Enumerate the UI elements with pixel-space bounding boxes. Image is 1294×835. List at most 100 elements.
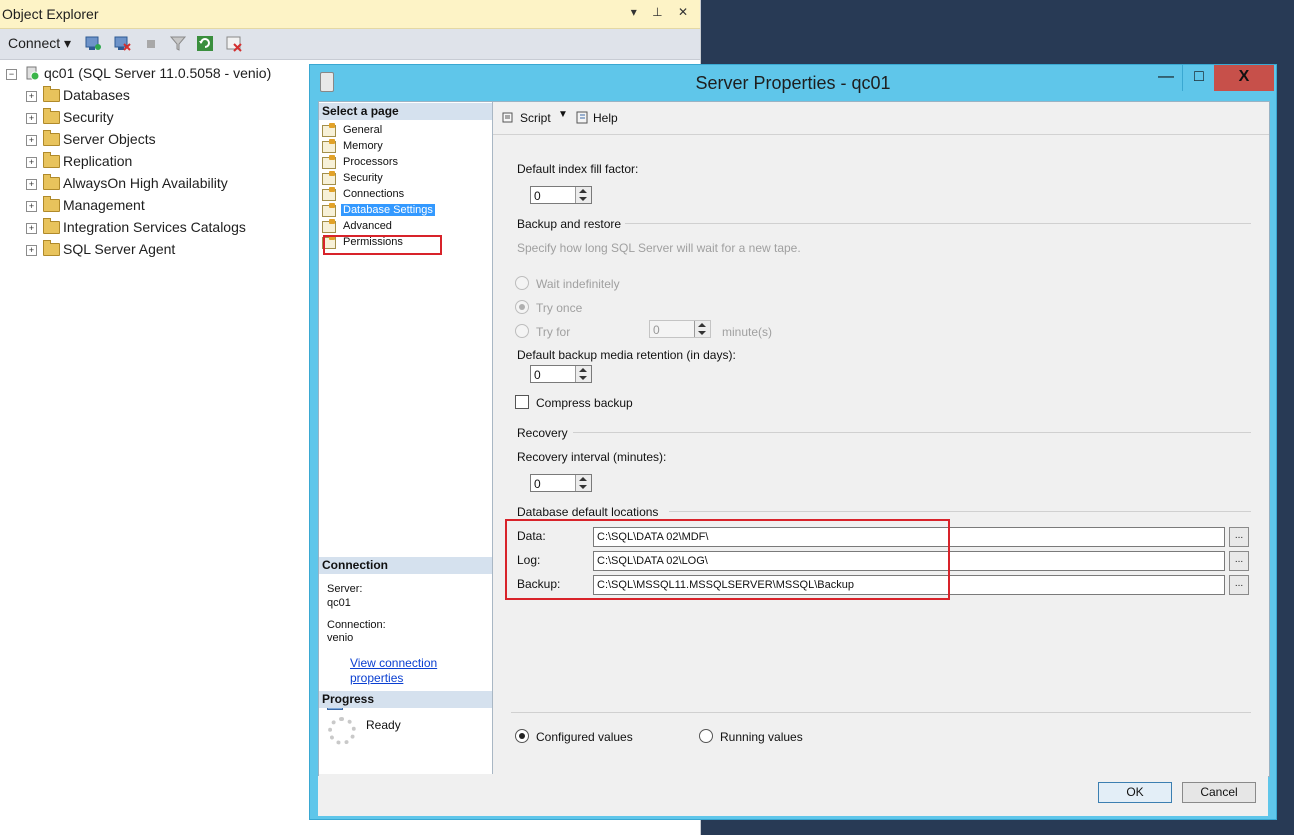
help-button[interactable]: Help (593, 111, 618, 125)
server-node-label: qc01 (SQL Server 11.0.5058 - venio) (44, 65, 272, 81)
try-for-minutes-stepper[interactable]: 0 (649, 320, 711, 338)
activity-monitor-icon[interactable] (225, 35, 243, 52)
expand-icon[interactable]: + (26, 179, 37, 190)
up-arrow-icon (579, 477, 587, 481)
try-once-radio[interactable] (515, 300, 529, 314)
configured-values-radio[interactable] (515, 729, 529, 743)
refresh-icon[interactable] (196, 35, 214, 52)
page-icon (322, 155, 336, 169)
minimize-button[interactable]: — (1150, 65, 1182, 91)
expand-icon[interactable]: + (26, 157, 37, 168)
fill-factor-value: 0 (534, 189, 541, 203)
server-label: Server: (327, 583, 363, 595)
page-item-label: Advanced (343, 220, 392, 232)
running-values-radio[interactable] (699, 729, 713, 743)
page-icon (322, 187, 336, 201)
folder-icon (43, 86, 60, 102)
fill-factor-label: Default index fill factor: (517, 162, 639, 176)
retention-label: Default backup media retention (in days)… (517, 348, 736, 362)
page-item-label: Connections (343, 188, 405, 200)
page-item-security[interactable]: Security (322, 171, 487, 187)
tree-node-label: Management (63, 197, 145, 213)
try-for-radio[interactable] (515, 324, 529, 338)
tree-node-sql-server-agent[interactable]: + SQL Server Agent (26, 240, 286, 260)
expand-icon[interactable]: + (26, 201, 37, 212)
compress-backup-checkbox[interactable] (515, 395, 529, 409)
page-item-processors[interactable]: Processors (322, 155, 487, 171)
highlight-box-selected-page (323, 235, 442, 255)
tree-node-replication[interactable]: + Replication (26, 152, 286, 172)
panel-pin-close-icons[interactable]: ▾ ⊥ ✕ (631, 5, 694, 19)
disconnect-icon[interactable] (113, 35, 131, 52)
page-item-label: General (343, 124, 383, 136)
stop-icon[interactable] (143, 35, 161, 52)
stepper-buttons[interactable] (575, 475, 591, 491)
expand-icon[interactable]: + (26, 91, 37, 102)
server-value: qc01 (327, 597, 351, 609)
filter-icon[interactable] (169, 35, 187, 52)
tree-node-label: SQL Server Agent (63, 241, 176, 257)
tree-node-server-objects[interactable]: + Server Objects (26, 130, 286, 150)
page-item-memory[interactable]: Memory (322, 139, 487, 155)
view-connection-properties-link[interactable]: View connection properties (350, 656, 437, 686)
section-divider (625, 223, 1251, 224)
expand-icon[interactable]: + (26, 113, 37, 124)
highlight-box-locations (505, 519, 950, 600)
wait-indefinitely-radio[interactable] (515, 276, 529, 290)
retention-stepper[interactable]: 0 (530, 365, 592, 383)
tree-node-security[interactable]: + Security (26, 108, 286, 128)
backup-description: Specify how long SQL Server will wait fo… (517, 241, 801, 255)
folder-icon (43, 218, 60, 234)
stepper-buttons[interactable] (575, 366, 591, 382)
tree-node-alwayson-high-availability[interactable]: + AlwaysOn High Availability (26, 174, 286, 194)
data-browse-button[interactable]: ... (1229, 527, 1249, 547)
tree-node-databases[interactable]: + Databases (26, 86, 286, 106)
default-locations-section: Database default locations (517, 505, 659, 519)
expand-icon[interactable]: + (26, 223, 37, 234)
maximize-button[interactable]: □ (1182, 65, 1215, 91)
tree-node-label: Databases (63, 87, 130, 103)
stepper-buttons[interactable] (694, 321, 710, 337)
page-icon (322, 123, 336, 137)
progress-status: Ready (366, 718, 401, 732)
tree-node-label: Replication (63, 153, 133, 169)
script-dropdown-chevron-icon[interactable]: ▼ (558, 109, 568, 120)
page-item-advanced[interactable]: Advanced (322, 219, 487, 235)
script-button[interactable]: Script (520, 111, 551, 125)
recovery-interval-stepper[interactable]: 0 (530, 474, 592, 492)
tree-node-server[interactable]: − qc01 (SQL Server 11.0.5058 - venio) (6, 64, 306, 84)
section-divider (573, 432, 1251, 433)
page-icon (322, 203, 336, 217)
close-button[interactable]: X (1214, 65, 1274, 91)
up-arrow-icon (698, 323, 706, 327)
up-arrow-icon (579, 189, 587, 193)
cancel-button[interactable]: Cancel (1182, 782, 1256, 803)
try-for-label: Try for (536, 325, 571, 339)
page-item-general[interactable]: General (322, 123, 487, 139)
page-item-label: Security (343, 172, 383, 184)
dialog-title: Server Properties - qc01 (695, 73, 891, 93)
connection-header: Connection (319, 557, 492, 574)
recovery-interval-value: 0 (534, 477, 541, 491)
folder-icon (43, 174, 60, 190)
tree-node-label: Server Objects (63, 131, 156, 147)
retention-value: 0 (534, 368, 541, 382)
section-divider (669, 511, 1251, 512)
agent-icon (43, 240, 60, 256)
collapse-icon[interactable]: − (6, 69, 17, 80)
connect-server-icon[interactable] (84, 35, 102, 52)
backup-browse-button[interactable]: ... (1229, 575, 1249, 595)
tree-node-management[interactable]: + Management (26, 196, 286, 216)
ok-button[interactable]: OK (1098, 782, 1172, 803)
tree-node-integration-services-catalogs[interactable]: + Integration Services Catalogs (26, 218, 286, 238)
stepper-buttons[interactable] (575, 187, 591, 203)
connect-button[interactable]: Connect ▾ (8, 35, 71, 52)
page-item-connections[interactable]: Connections (322, 187, 487, 203)
expand-icon[interactable]: + (26, 245, 37, 256)
fill-factor-stepper[interactable]: 0 (530, 186, 592, 204)
log-browse-button[interactable]: ... (1229, 551, 1249, 571)
help-icon (576, 111, 588, 124)
page-item-database-settings[interactable]: Database Settings (322, 203, 487, 219)
expand-icon[interactable]: + (26, 135, 37, 146)
dialog-body: Select a page General Memory Processors Sec… (318, 101, 1270, 777)
